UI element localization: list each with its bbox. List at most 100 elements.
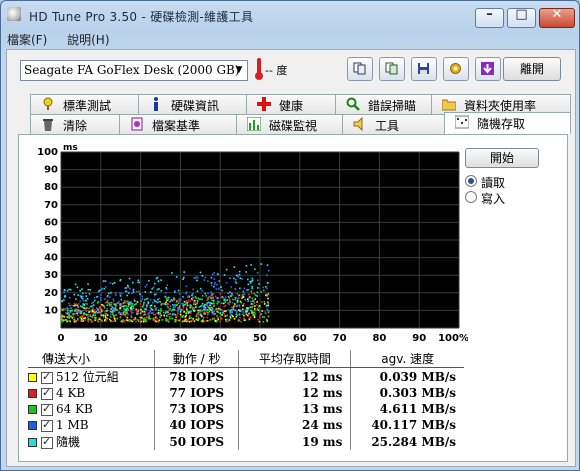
chart-point xyxy=(132,291,135,293)
chart-point xyxy=(105,313,108,315)
chart-x-tick-label: 50 xyxy=(253,333,267,344)
save-button[interactable] xyxy=(411,57,437,81)
chart-point xyxy=(72,314,74,317)
start-button[interactable]: 開始 xyxy=(465,148,539,168)
tab-folder-usage[interactable]: 資料夾使用率 xyxy=(431,94,571,114)
tab-disk-info[interactable]: 硬碟資訊 xyxy=(138,94,247,114)
row-name-cell[interactable]: 64 KB xyxy=(28,401,155,417)
series-checkbox[interactable] xyxy=(41,386,53,400)
row-name-cell[interactable]: 1 MB xyxy=(28,417,155,433)
chart-point xyxy=(196,302,199,304)
chart-point xyxy=(195,297,197,299)
access-time-cell: 13 ms xyxy=(238,401,351,417)
chart-point xyxy=(119,303,121,305)
radio-read[interactable]: 讀取 xyxy=(465,174,555,190)
chart-point xyxy=(64,295,67,297)
chart-point xyxy=(112,300,115,302)
menu-help[interactable]: 說明(H) xyxy=(67,31,109,48)
chart-point xyxy=(93,309,96,311)
chart-point xyxy=(81,310,84,312)
chart-point xyxy=(187,301,190,303)
series-checkbox[interactable] xyxy=(41,370,53,384)
chart-point xyxy=(80,295,83,298)
row-name-cell[interactable]: 512 位元組 xyxy=(28,368,155,386)
menu-file[interactable]: 檔案(F) xyxy=(7,31,47,48)
chart-point xyxy=(94,317,97,320)
series-color-swatch xyxy=(28,438,37,447)
chart-point xyxy=(165,318,167,320)
chart-point xyxy=(102,305,105,308)
chart-point xyxy=(149,305,152,307)
chart-point xyxy=(169,317,171,320)
tab-error-scan[interactable]: 錯誤掃瞄 xyxy=(335,94,432,114)
chart-point xyxy=(68,302,70,305)
chart-point xyxy=(201,289,203,292)
chart-point xyxy=(142,320,145,323)
chart-point xyxy=(266,295,268,297)
chart-point xyxy=(72,304,75,307)
download-button[interactable] xyxy=(475,57,501,81)
chart-point xyxy=(242,296,244,298)
series-name: 1 MB xyxy=(56,418,89,432)
chart-point xyxy=(106,304,109,307)
minimize-button[interactable]: – xyxy=(475,7,504,28)
title-bar: HD Tune Pro 3.50 - 硬碟檢測-維護工具 – □ ✕ xyxy=(1,1,579,29)
chart-point xyxy=(194,303,197,306)
chart-point xyxy=(159,316,161,319)
row-name-cell[interactable]: 4 KB xyxy=(28,385,155,401)
tab-benchmark[interactable]: 標準測試 xyxy=(30,94,139,114)
row-name-cell[interactable]: 隨機 xyxy=(28,433,155,450)
chart-point xyxy=(252,314,254,317)
chart-point xyxy=(141,316,143,319)
chart-point xyxy=(149,310,151,313)
chart-point xyxy=(102,280,105,282)
chart-point xyxy=(218,280,221,282)
chart-point xyxy=(145,316,148,318)
tab-health[interactable]: 健康 xyxy=(246,94,336,114)
chart-point xyxy=(175,301,178,303)
table-row: 64 KB 73 IOPS13 ms4.611 MB/s xyxy=(28,401,464,417)
copy-info-button[interactable] xyxy=(347,57,373,81)
tab-tools[interactable]: 工具 xyxy=(342,114,445,134)
table-row: 4 KB 77 IOPS12 ms0.303 MB/s xyxy=(28,385,464,401)
chart-point xyxy=(219,320,221,323)
chart-point xyxy=(244,319,247,321)
drive-select[interactable]: Seagate FA GoFlex Desk (2000 GB) ▼ xyxy=(20,60,248,81)
chart-point xyxy=(181,320,184,323)
chart-point xyxy=(253,302,256,304)
radio-write[interactable]: 寫入 xyxy=(465,190,555,206)
chart-point xyxy=(169,305,172,307)
exit-button[interactable]: 離開 xyxy=(503,57,561,81)
chart-point xyxy=(195,314,198,317)
chart-point xyxy=(225,310,227,313)
chart-point xyxy=(216,302,219,305)
copy-screenshot-button[interactable] xyxy=(379,57,405,81)
chart-point xyxy=(256,308,259,310)
chart-point xyxy=(119,278,122,281)
chart-point xyxy=(185,318,187,321)
series-name: 4 KB xyxy=(56,386,86,400)
chart-point xyxy=(104,315,107,317)
chart-point xyxy=(235,311,238,314)
chart-point xyxy=(223,274,226,276)
access-time-cell: 24 ms xyxy=(238,417,351,433)
chart-point xyxy=(185,312,188,315)
options-button[interactable] xyxy=(443,57,469,81)
series-checkbox[interactable] xyxy=(41,402,53,416)
tab-random-access[interactable]: 隨機存取 xyxy=(444,112,571,134)
chart-point xyxy=(244,298,247,301)
maximize-button[interactable]: □ xyxy=(507,7,536,28)
series-checkbox[interactable] xyxy=(41,435,53,449)
close-button[interactable]: ✕ xyxy=(539,7,575,28)
chart-point xyxy=(171,300,174,303)
chart-point xyxy=(224,301,227,303)
chart-point xyxy=(123,320,126,323)
tab-disk-monitor[interactable]: 磁碟監視 xyxy=(236,114,343,134)
chart-point xyxy=(126,316,129,319)
tab-erase[interactable]: 清除 xyxy=(30,114,120,134)
chart-point xyxy=(224,296,227,298)
chart-point xyxy=(77,308,79,311)
series-checkbox[interactable] xyxy=(41,418,53,432)
chart-point xyxy=(185,292,187,295)
tab-file-benchmark[interactable]: 檔案基準 xyxy=(119,114,237,134)
